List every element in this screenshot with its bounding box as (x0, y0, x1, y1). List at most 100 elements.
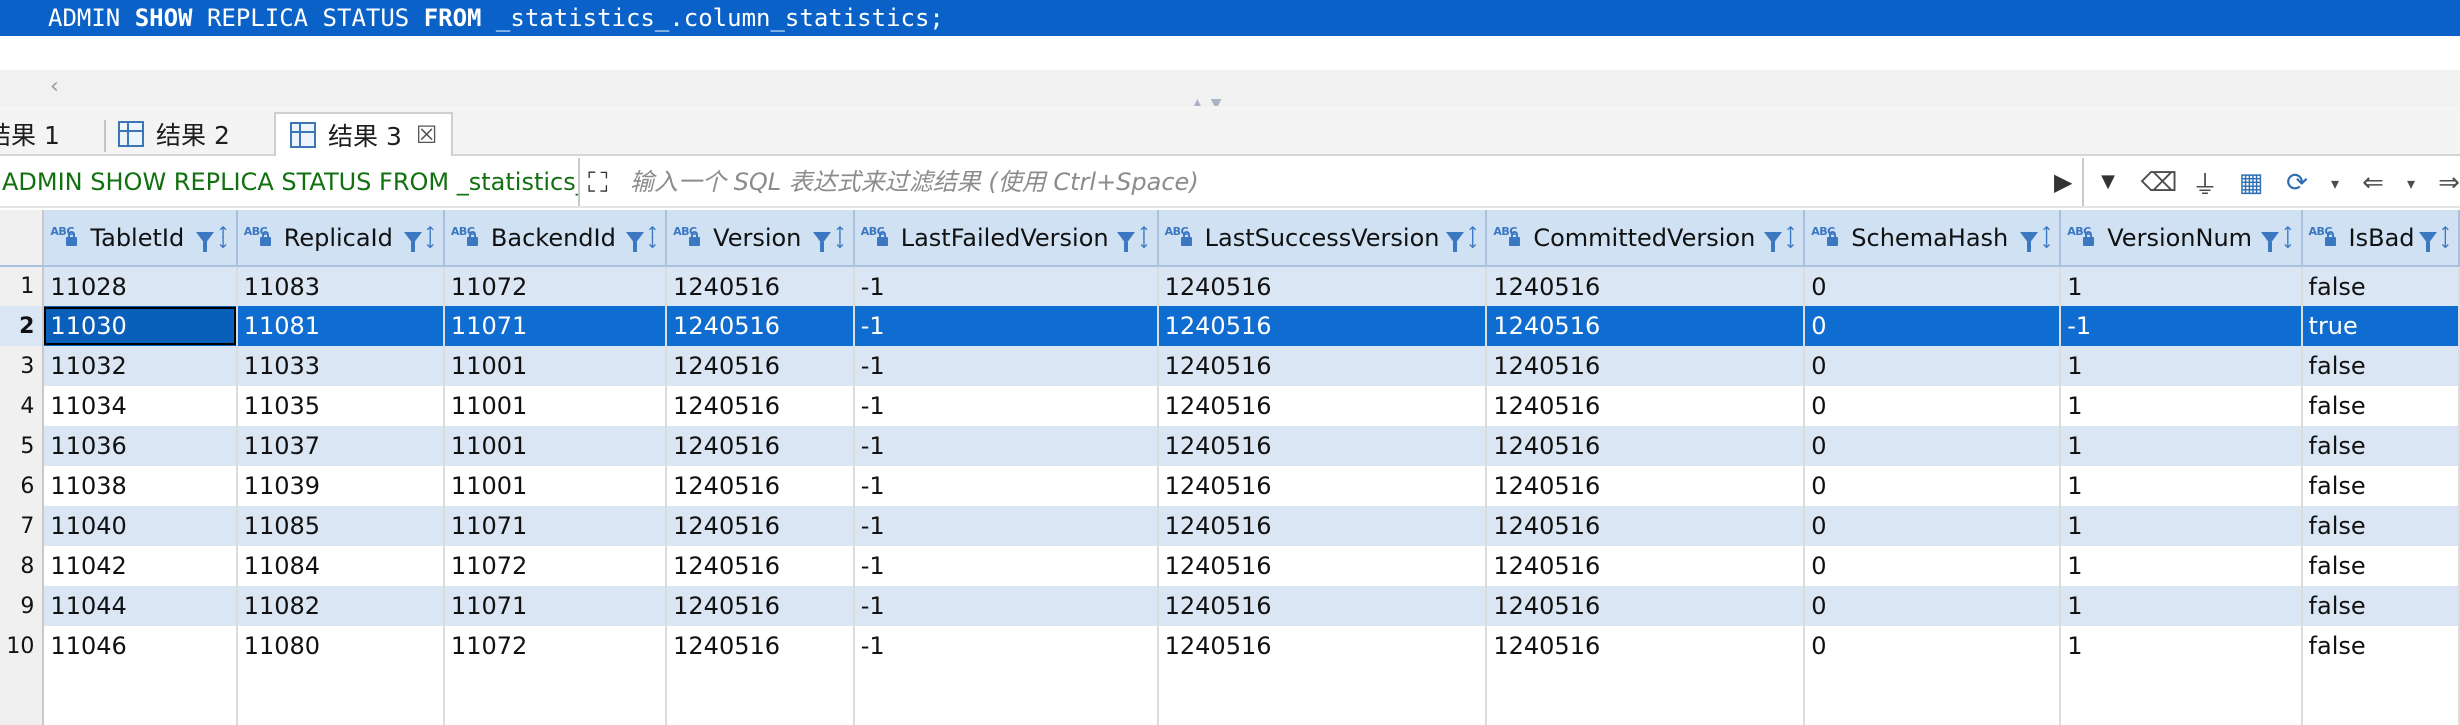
table-cell[interactable]: 1240516 (1486, 586, 1806, 626)
table-cell[interactable]: 1 (2060, 426, 2303, 466)
table-cell[interactable]: 1240516 (1486, 426, 1806, 466)
row-number[interactable]: 10 (0, 626, 45, 666)
table-cell[interactable]: 1240516 (1157, 306, 1488, 346)
funnel-icon[interactable] (2019, 231, 2038, 252)
table-cell[interactable]: 11080 (236, 626, 445, 666)
table-cell[interactable]: 11085 (236, 506, 445, 546)
table-cell[interactable]: 11037 (236, 426, 445, 466)
table-cell[interactable]: 11034 (43, 386, 238, 426)
table-cell[interactable]: 11082 (236, 586, 445, 626)
table-cell[interactable]: 11001 (443, 466, 668, 506)
table-cell[interactable]: 0 (1804, 306, 2062, 346)
row-number[interactable]: 5 (0, 426, 45, 466)
table-cell[interactable]: -1 (853, 306, 1159, 346)
sort-arrows-icon[interactable]: ↑ ↓ (216, 224, 229, 250)
refresh-dropdown-chevron-icon[interactable]: ▾ (2326, 166, 2344, 200)
tab-result-1[interactable]: 结果 1 (0, 112, 60, 156)
funnel-icon[interactable] (196, 231, 215, 252)
row-number[interactable]: 9 (0, 586, 45, 626)
filter-expression-input[interactable] (630, 162, 2050, 202)
sort-arrows-icon[interactable]: ↑ ↓ (2040, 224, 2053, 250)
expand-icon[interactable]: ⛶ (588, 168, 618, 198)
column-header-lastsuccessversion[interactable]: ABC LastSuccessVersion ↑ ↓ (1157, 210, 1488, 267)
funnel-icon[interactable] (625, 231, 644, 252)
table-cell[interactable]: 11081 (236, 306, 445, 346)
column-header-backendid[interactable]: ABC BackendId ↑ ↓ (443, 210, 668, 267)
funnel-icon[interactable] (1117, 231, 1136, 252)
table-cell[interactable]: false (2301, 506, 2460, 546)
table-cell[interactable]: 1240516 (666, 506, 855, 546)
settings-grid-icon[interactable]: ▦ (2234, 166, 2268, 200)
table-row[interactable]: 7 11040 11085 11071 1240516 -1 1240516 1240516 0… (0, 506, 2460, 546)
table-cell[interactable]: false (2301, 586, 2460, 626)
table-cell[interactable]: false (2301, 386, 2460, 426)
table-cell[interactable]: 1240516 (1486, 546, 1806, 586)
column-header-replicaid[interactable]: ABC ReplicaId ↑ ↓ (236, 210, 445, 267)
table-cell[interactable]: 11001 (443, 426, 668, 466)
row-number[interactable]: 4 (0, 386, 45, 426)
tab-result-3[interactable]: 结果 3 ☒ (274, 112, 454, 156)
table-cell[interactable]: 1240516 (1486, 306, 1806, 346)
table-row[interactable]: 10 11046 11080 11072 1240516 -1 1240516 1240516… (0, 626, 2460, 666)
table-cell[interactable]: 11071 (443, 506, 668, 546)
apply-filter-icon[interactable]: ▶ (2054, 168, 2072, 196)
arrow-right-icon[interactable]: ⇒ (2432, 166, 2460, 200)
table-cell[interactable]: 1 (2060, 386, 2303, 426)
sql-statement-line[interactable]: ADMIN SHOW REPLICA STATUS FROM _statisti… (0, 0, 2460, 36)
sort-arrows-icon[interactable]: ↑ ↓ (833, 224, 846, 250)
table-row[interactable]: 2 11030 11081 11071 1240516 -1 1240516 1240516 0… (0, 306, 2460, 346)
table-cell[interactable]: -1 (853, 506, 1159, 546)
table-cell[interactable]: 1240516 (666, 546, 855, 586)
table-cell[interactable]: 11083 (236, 266, 445, 306)
table-cell[interactable]: 11039 (236, 466, 445, 506)
table-cell[interactable]: 0 (1804, 466, 2062, 506)
table-cell[interactable]: 0 (1804, 586, 2062, 626)
table-cell[interactable]: 11046 (43, 626, 238, 666)
table-cell[interactable]: false (2301, 266, 2460, 306)
scroll-left-icon[interactable]: ‹ (50, 74, 59, 99)
funnel-icon[interactable] (813, 231, 832, 252)
funnel-icon[interactable] (1763, 231, 1782, 252)
table-cell[interactable]: 1 (2060, 586, 2303, 626)
column-header-lastfailedversion[interactable]: ABC LastFailedVersion ↑ ↓ (853, 210, 1159, 267)
results-grid[interactable]: ABC TabletId ↑ ↓ ABC ReplicaId ↑ ↓ ABC BackendId ↑… (0, 210, 2460, 725)
sort-arrows-icon[interactable]: ↑ ↓ (1784, 224, 1797, 250)
table-cell[interactable]: 1 (2060, 626, 2303, 666)
table-cell[interactable]: 1240516 (1486, 266, 1806, 306)
table-cell[interactable]: 0 (1804, 506, 2062, 546)
tab-result-2[interactable]: 结果 2 (118, 112, 230, 156)
close-icon[interactable]: ☒ (416, 121, 438, 149)
row-number[interactable]: 3 (0, 346, 45, 386)
table-cell[interactable]: 1 (2060, 266, 2303, 306)
table-cell[interactable]: 11044 (43, 586, 238, 626)
sort-arrows-icon[interactable]: ↑ ↓ (2281, 224, 2294, 250)
table-cell[interactable]: 1 (2060, 346, 2303, 386)
table-row[interactable]: 4 11034 11035 11001 1240516 -1 1240516 1240516 0… (0, 386, 2460, 426)
funnel-icon[interactable] (1445, 231, 1464, 252)
table-cell[interactable]: 1240516 (1157, 506, 1488, 546)
sort-arrows-icon[interactable]: ↑ ↓ (2439, 224, 2452, 250)
table-cell[interactable]: 1240516 (666, 586, 855, 626)
table-cell[interactable]: false (2301, 346, 2460, 386)
table-cell[interactable]: -1 (853, 266, 1159, 306)
column-header-versionnum[interactable]: ABC VersionNum ↑ ↓ (2060, 210, 2303, 267)
table-cell[interactable]: 1 (2060, 506, 2303, 546)
table-cell[interactable]: true (2301, 306, 2460, 346)
table-cell[interactable]: 1240516 (666, 466, 855, 506)
table-cell[interactable]: 11072 (443, 546, 668, 586)
table-cell[interactable]: -1 (853, 426, 1159, 466)
table-cell[interactable]: 11042 (43, 546, 238, 586)
column-header-version[interactable]: ABC Version ↑ ↓ (666, 210, 855, 267)
table-cell[interactable]: 1240516 (666, 426, 855, 466)
navigate-dropdown-chevron-icon[interactable]: ▾ (2402, 166, 2420, 200)
table-cell[interactable]: 11001 (443, 386, 668, 426)
table-cell[interactable]: 11072 (443, 626, 668, 666)
table-cell[interactable]: 1240516 (1486, 346, 1806, 386)
table-cell[interactable]: 11071 (443, 586, 668, 626)
table-cell[interactable]: 1240516 (1157, 466, 1488, 506)
table-cell[interactable]: 11040 (43, 506, 238, 546)
table-row[interactable]: 8 11042 11084 11072 1240516 -1 1240516 1240516 0… (0, 546, 2460, 586)
table-cell[interactable]: 0 (1804, 546, 2062, 586)
table-cell[interactable]: 1240516 (1486, 386, 1806, 426)
table-cell[interactable]: 0 (1804, 346, 2062, 386)
